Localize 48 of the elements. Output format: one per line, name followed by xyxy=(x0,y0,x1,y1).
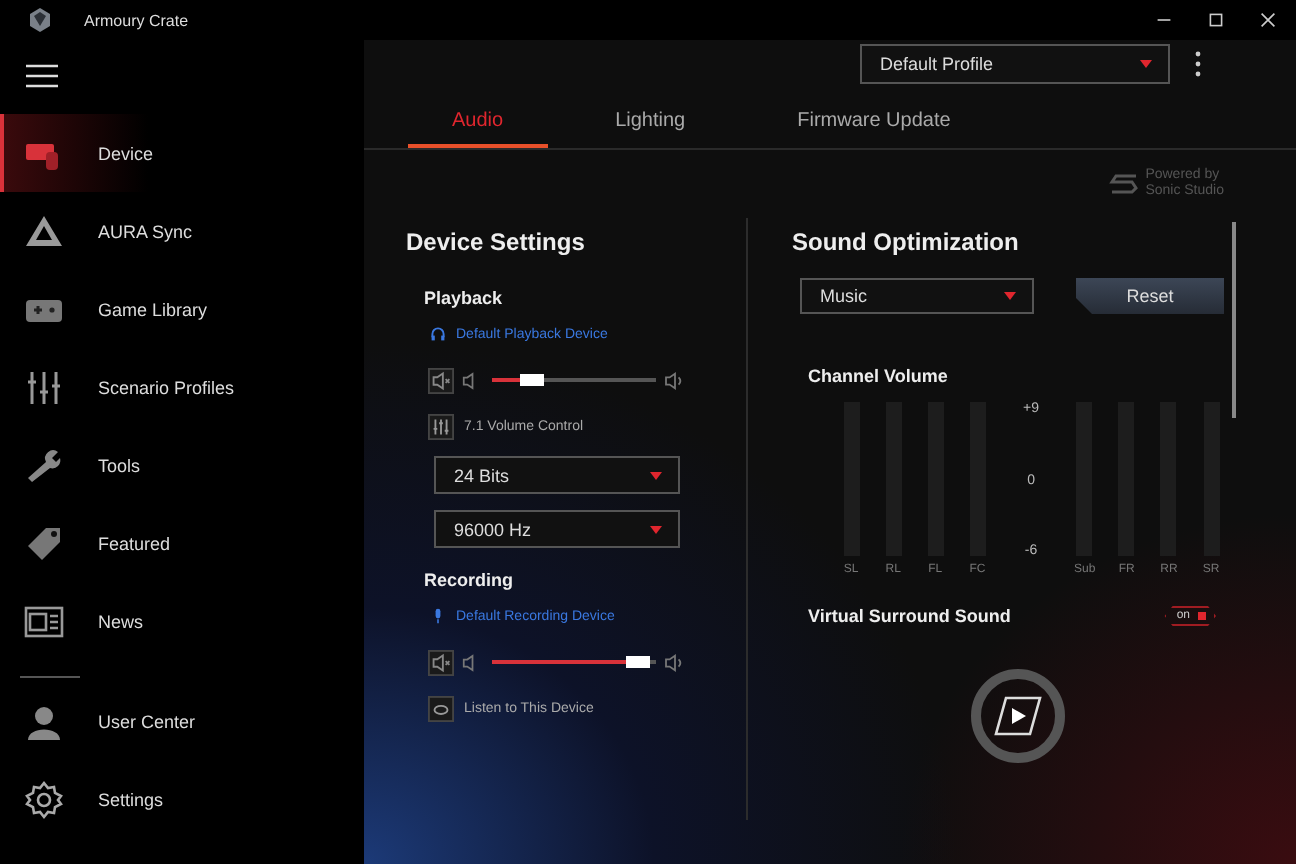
mute-icon[interactable] xyxy=(428,367,454,393)
tab[interactable]: Lighting xyxy=(571,110,730,148)
tab[interactable]: Firmware Update xyxy=(753,110,995,148)
user-icon xyxy=(24,701,64,741)
sonic-studio-logo-icon xyxy=(1107,172,1140,196)
reset-button[interactable]: Reset xyxy=(1076,278,1224,314)
sidebar-item[interactable]: Game Library xyxy=(0,270,364,348)
speaker-low-icon xyxy=(462,371,476,389)
dropdown-arrow-icon xyxy=(1140,60,1152,68)
subsection-title: Channel Volume xyxy=(808,366,950,386)
sample-rate-dropdown[interactable]: 96000 Hz xyxy=(434,510,680,548)
volume-slider[interactable] xyxy=(492,656,656,668)
headphones-icon xyxy=(430,326,446,342)
window-title: Armoury Crate xyxy=(84,11,189,29)
menu-icon[interactable] xyxy=(26,64,58,88)
subsection-title: Playback xyxy=(424,288,505,308)
bit-depth-dropdown[interactable]: 24 Bits xyxy=(434,456,680,494)
wrench-icon xyxy=(24,445,64,485)
sidebar-item[interactable]: User Center xyxy=(0,682,364,760)
tab[interactable]: Audio xyxy=(408,110,548,148)
preset-dropdown[interactable]: Music xyxy=(800,278,1034,314)
speaker-high-icon xyxy=(664,371,686,389)
maximize-icon[interactable] xyxy=(1208,12,1224,28)
section-title: Device Settings xyxy=(406,228,587,256)
sidebar-item[interactable]: AURA Sync xyxy=(0,192,364,270)
sidebar-item[interactable]: Scenario Profiles xyxy=(0,348,364,426)
mute-icon[interactable] xyxy=(428,649,454,675)
triangle-icon xyxy=(24,211,64,251)
close-icon[interactable] xyxy=(1260,12,1276,28)
sidebar-item[interactable]: Tools xyxy=(0,426,364,504)
newspaper-icon xyxy=(24,601,64,641)
settings-icon xyxy=(24,779,64,819)
surround-play-icon[interactable] xyxy=(968,666,1068,766)
microphone-icon xyxy=(430,608,446,624)
profile-dropdown[interactable]: Default Profile xyxy=(860,44,1170,84)
section-title: Sound Optimization xyxy=(792,228,1021,256)
sliders-icon xyxy=(24,367,64,407)
tag-icon xyxy=(24,523,64,563)
sidebar-item[interactable]: News xyxy=(0,582,364,660)
speaker-high-icon xyxy=(664,653,686,671)
app-logo-icon xyxy=(28,8,52,32)
sidebar-item[interactable]: Featured xyxy=(0,504,364,582)
more-icon[interactable] xyxy=(1194,50,1202,78)
equalizer-icon[interactable] xyxy=(428,414,454,440)
speaker-low-icon xyxy=(462,653,476,671)
subsection-title: Virtual Surround Sound xyxy=(808,606,1011,626)
subsection-title: Recording xyxy=(424,570,516,590)
sidebar-item[interactable]: Settings xyxy=(0,760,364,838)
